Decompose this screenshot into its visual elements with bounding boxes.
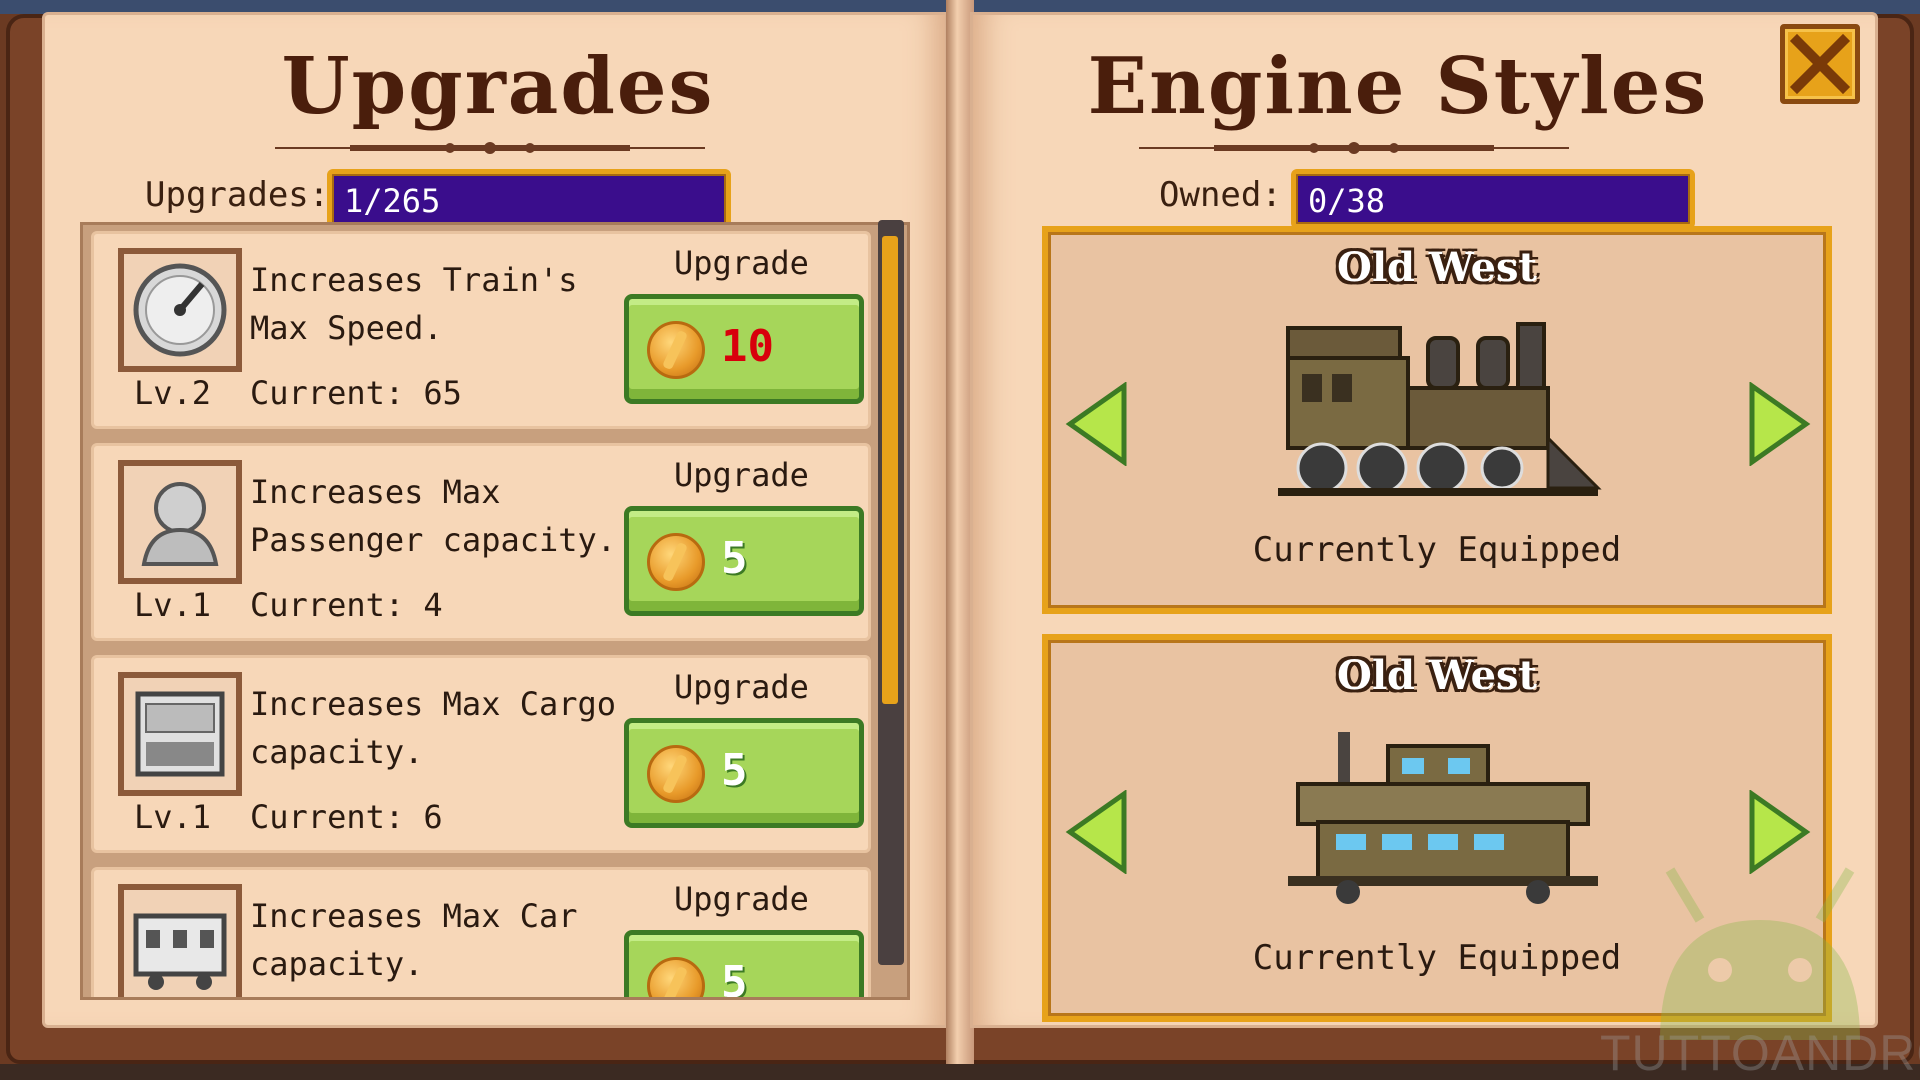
title-divider: [1139, 133, 1569, 163]
upgrade-label: Upgrade: [674, 668, 809, 706]
upgrade-description: Increases Max Car capacity.: [250, 897, 578, 983]
upgrade-price: 10: [721, 321, 774, 372]
owned-progress-bar: 0/38: [1291, 169, 1695, 229]
upgrade-cargo-button[interactable]: 5: [624, 718, 864, 828]
ornament-icon: [350, 142, 630, 154]
upgrade-price: 5: [721, 745, 748, 796]
car-style-name: Old West: [1336, 652, 1538, 699]
upgrade-description: Increases Train's Max Speed.: [250, 261, 578, 347]
owned-counter-value: 0/38: [1308, 182, 1386, 220]
upgrade-list[interactable]: Increases Train's Max Speed. Lv.2 Curren…: [80, 222, 910, 1000]
upgrade-icon-frame: [118, 884, 242, 997]
close-icon: [1789, 33, 1851, 95]
coin-icon: [647, 957, 705, 997]
upgrade-level: Lv.2: [134, 374, 212, 412]
upgrade-label: Upgrade: [674, 244, 809, 282]
upgrade-item-car: Increases Max Car capacity. Upgrade 5: [91, 867, 871, 1000]
title-divider: [275, 133, 705, 163]
upgrades-counter-value: 1/265: [344, 182, 441, 220]
upgrade-car-button[interactable]: 5: [624, 930, 864, 1000]
previous-arrow-icon[interactable]: [1064, 790, 1128, 874]
upgrade-current-value: Current: 65: [250, 374, 462, 412]
train-car-icon: [133, 913, 227, 990]
previous-arrow-icon[interactable]: [1064, 382, 1128, 466]
coin-icon: [647, 321, 705, 379]
upgrade-speed-button[interactable]: 10: [624, 294, 864, 404]
engine-styles-title: Engine Styles: [1087, 41, 1709, 132]
passenger-icon: [141, 482, 219, 566]
upgrade-level: Lv.1: [134, 798, 212, 836]
coin-icon: [647, 533, 705, 591]
upgrade-icon-frame: [118, 248, 242, 372]
android-logo-icon: [1660, 867, 1860, 1040]
locomotive-icon: [1278, 322, 1602, 496]
speedometer-icon: [133, 263, 227, 357]
engine-style-card: Old West Currently Equipped: [1042, 226, 1832, 614]
upgrades-title: Upgrades: [281, 41, 715, 132]
engine-style-status: Currently Equipped: [1252, 530, 1622, 570]
upgrade-level: Lv.1: [134, 586, 212, 624]
scrollbar-thumb[interactable]: [882, 236, 898, 704]
ornament-icon: [1214, 142, 1494, 154]
upgrade-description: Increases Max Passenger capacity.: [250, 473, 617, 559]
upgrade-current-value: Current: 6: [250, 798, 443, 836]
upgrade-item-cargo: Increases Max Cargo capacity. Lv.1 Curre…: [91, 655, 871, 853]
upgrade-price: 5: [721, 533, 748, 584]
upgrade-description: Increases Max Cargo capacity.: [250, 685, 617, 771]
upgrades-counter-label: Upgrades:: [145, 175, 330, 215]
upgrade-item-passenger: Increases Max Passenger capacity. Lv.1 C…: [91, 443, 871, 641]
upgrade-price: 5: [721, 957, 748, 1000]
upgrades-progress-bar: 1/265: [327, 169, 731, 229]
caboose-icon: [1288, 732, 1598, 904]
upgrade-label: Upgrade: [674, 456, 809, 494]
cargo-icon: [135, 691, 225, 777]
upgrade-passenger-button[interactable]: 5: [624, 506, 864, 616]
upgrade-label: Upgrade: [674, 880, 809, 918]
coin-icon: [647, 745, 705, 803]
upgrade-item-speed: Increases Train's Max Speed. Lv.2 Curren…: [91, 231, 871, 429]
engine-style-name: Old West: [1336, 244, 1538, 291]
upgrade-icon-frame: [118, 672, 242, 796]
next-arrow-icon[interactable]: [1748, 382, 1812, 466]
book: Upgrades Upgrades: 1/265 Increases Train…: [0, 0, 1920, 1080]
close-button[interactable]: [1780, 24, 1860, 104]
upgrade-icon-frame: [118, 460, 242, 584]
watermark: TUTTOANDROID: [1600, 1025, 1920, 1080]
owned-counter-label: Owned:: [1159, 175, 1282, 215]
upgrade-current-value: Current: 4: [250, 586, 443, 624]
